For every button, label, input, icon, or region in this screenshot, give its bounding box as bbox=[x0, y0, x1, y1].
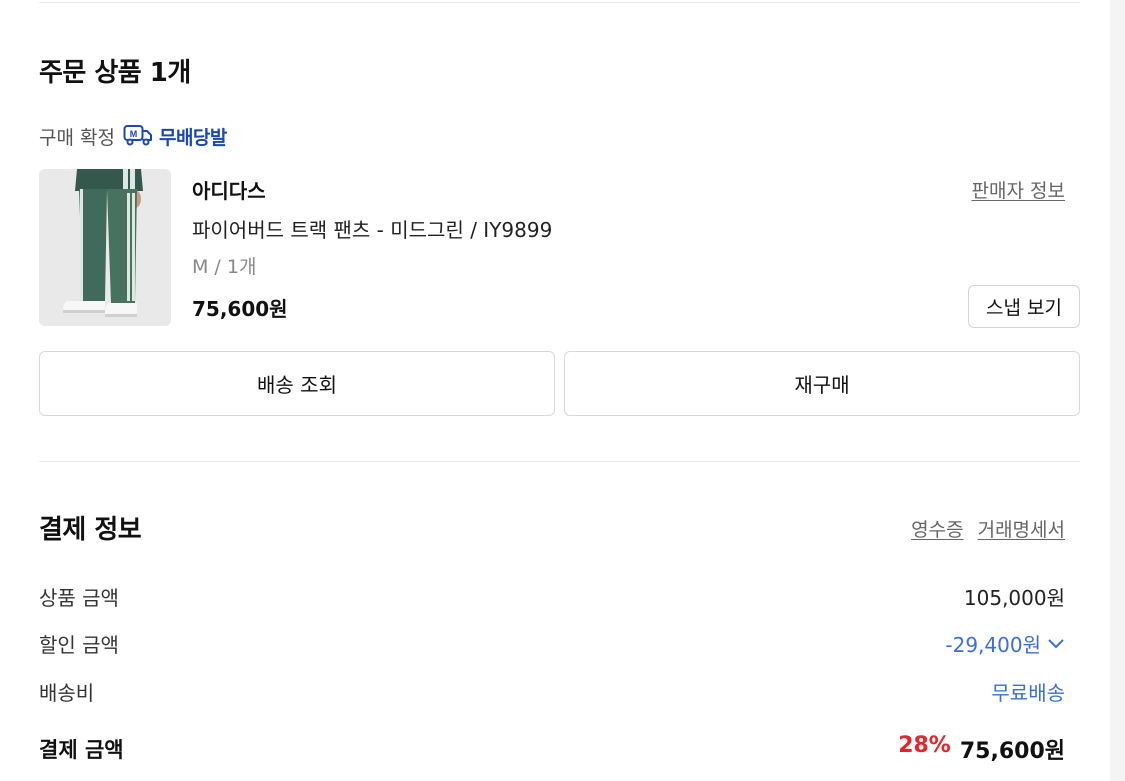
section-divider bbox=[39, 461, 1080, 462]
reorder-button[interactable]: 재구매 bbox=[564, 351, 1080, 416]
total-amount-row: 28% 75,600원 bbox=[898, 733, 1065, 765]
free-shipping-truck-icon: M bbox=[123, 124, 153, 150]
svg-text:M: M bbox=[130, 129, 138, 139]
discount-amount-value: -29,400원 bbox=[945, 633, 1041, 657]
track-delivery-button[interactable]: 배송 조회 bbox=[39, 351, 555, 416]
order-status-row: 구매 확정 M 무배당발 bbox=[39, 123, 227, 150]
transaction-statement-link[interactable]: 거래명세서 bbox=[978, 515, 1065, 542]
order-status: 구매 확정 bbox=[39, 127, 115, 149]
product-brand[interactable]: 아디다스 bbox=[192, 175, 266, 204]
product-name[interactable]: 파이어버드 트랙 팬츠 - 미드그린 / IY9899 bbox=[192, 214, 552, 243]
total-amount-value: 75,600원 bbox=[959, 739, 1065, 764]
order-detail-panel: 주문 상품 1개 구매 확정 M 무배당발 아디다스 파이어버드 트랙 팬츠 -… bbox=[0, 0, 1110, 781]
payment-info-title: 결제 정보 bbox=[39, 515, 142, 545]
seller-info-link[interactable]: 판매자 정보 bbox=[972, 176, 1065, 203]
shipping-fee-value: 무료배송 bbox=[991, 681, 1065, 705]
total-discount-rate: 28% bbox=[898, 733, 951, 758]
shipping-fee-label: 배송비 bbox=[39, 681, 95, 705]
discount-amount-label: 할인 금액 bbox=[39, 633, 119, 657]
discount-amount-toggle[interactable]: -29,400원 bbox=[945, 629, 1065, 658]
delivery-badge-label: 무배당발 bbox=[158, 127, 227, 149]
receipt-link[interactable]: 영수증 bbox=[911, 515, 963, 542]
product-amount-label: 상품 금액 bbox=[39, 586, 119, 610]
top-divider bbox=[39, 2, 1080, 3]
product-option: M / 1개 bbox=[192, 256, 257, 278]
snap-view-button[interactable]: 스냅 보기 bbox=[968, 285, 1080, 328]
product-price: 75,600원 bbox=[192, 297, 288, 321]
chevron-down-icon bbox=[1047, 634, 1065, 653]
order-items-title: 주문 상품 1개 bbox=[39, 58, 191, 88]
delivery-badge: M 무배당발 bbox=[123, 123, 227, 150]
total-amount-label: 결제 금액 bbox=[39, 738, 124, 762]
product-thumbnail[interactable] bbox=[39, 169, 171, 326]
product-amount-value: 105,000원 bbox=[963, 586, 1065, 610]
payment-doc-links: 영수증 거래명세서 bbox=[911, 515, 1065, 542]
